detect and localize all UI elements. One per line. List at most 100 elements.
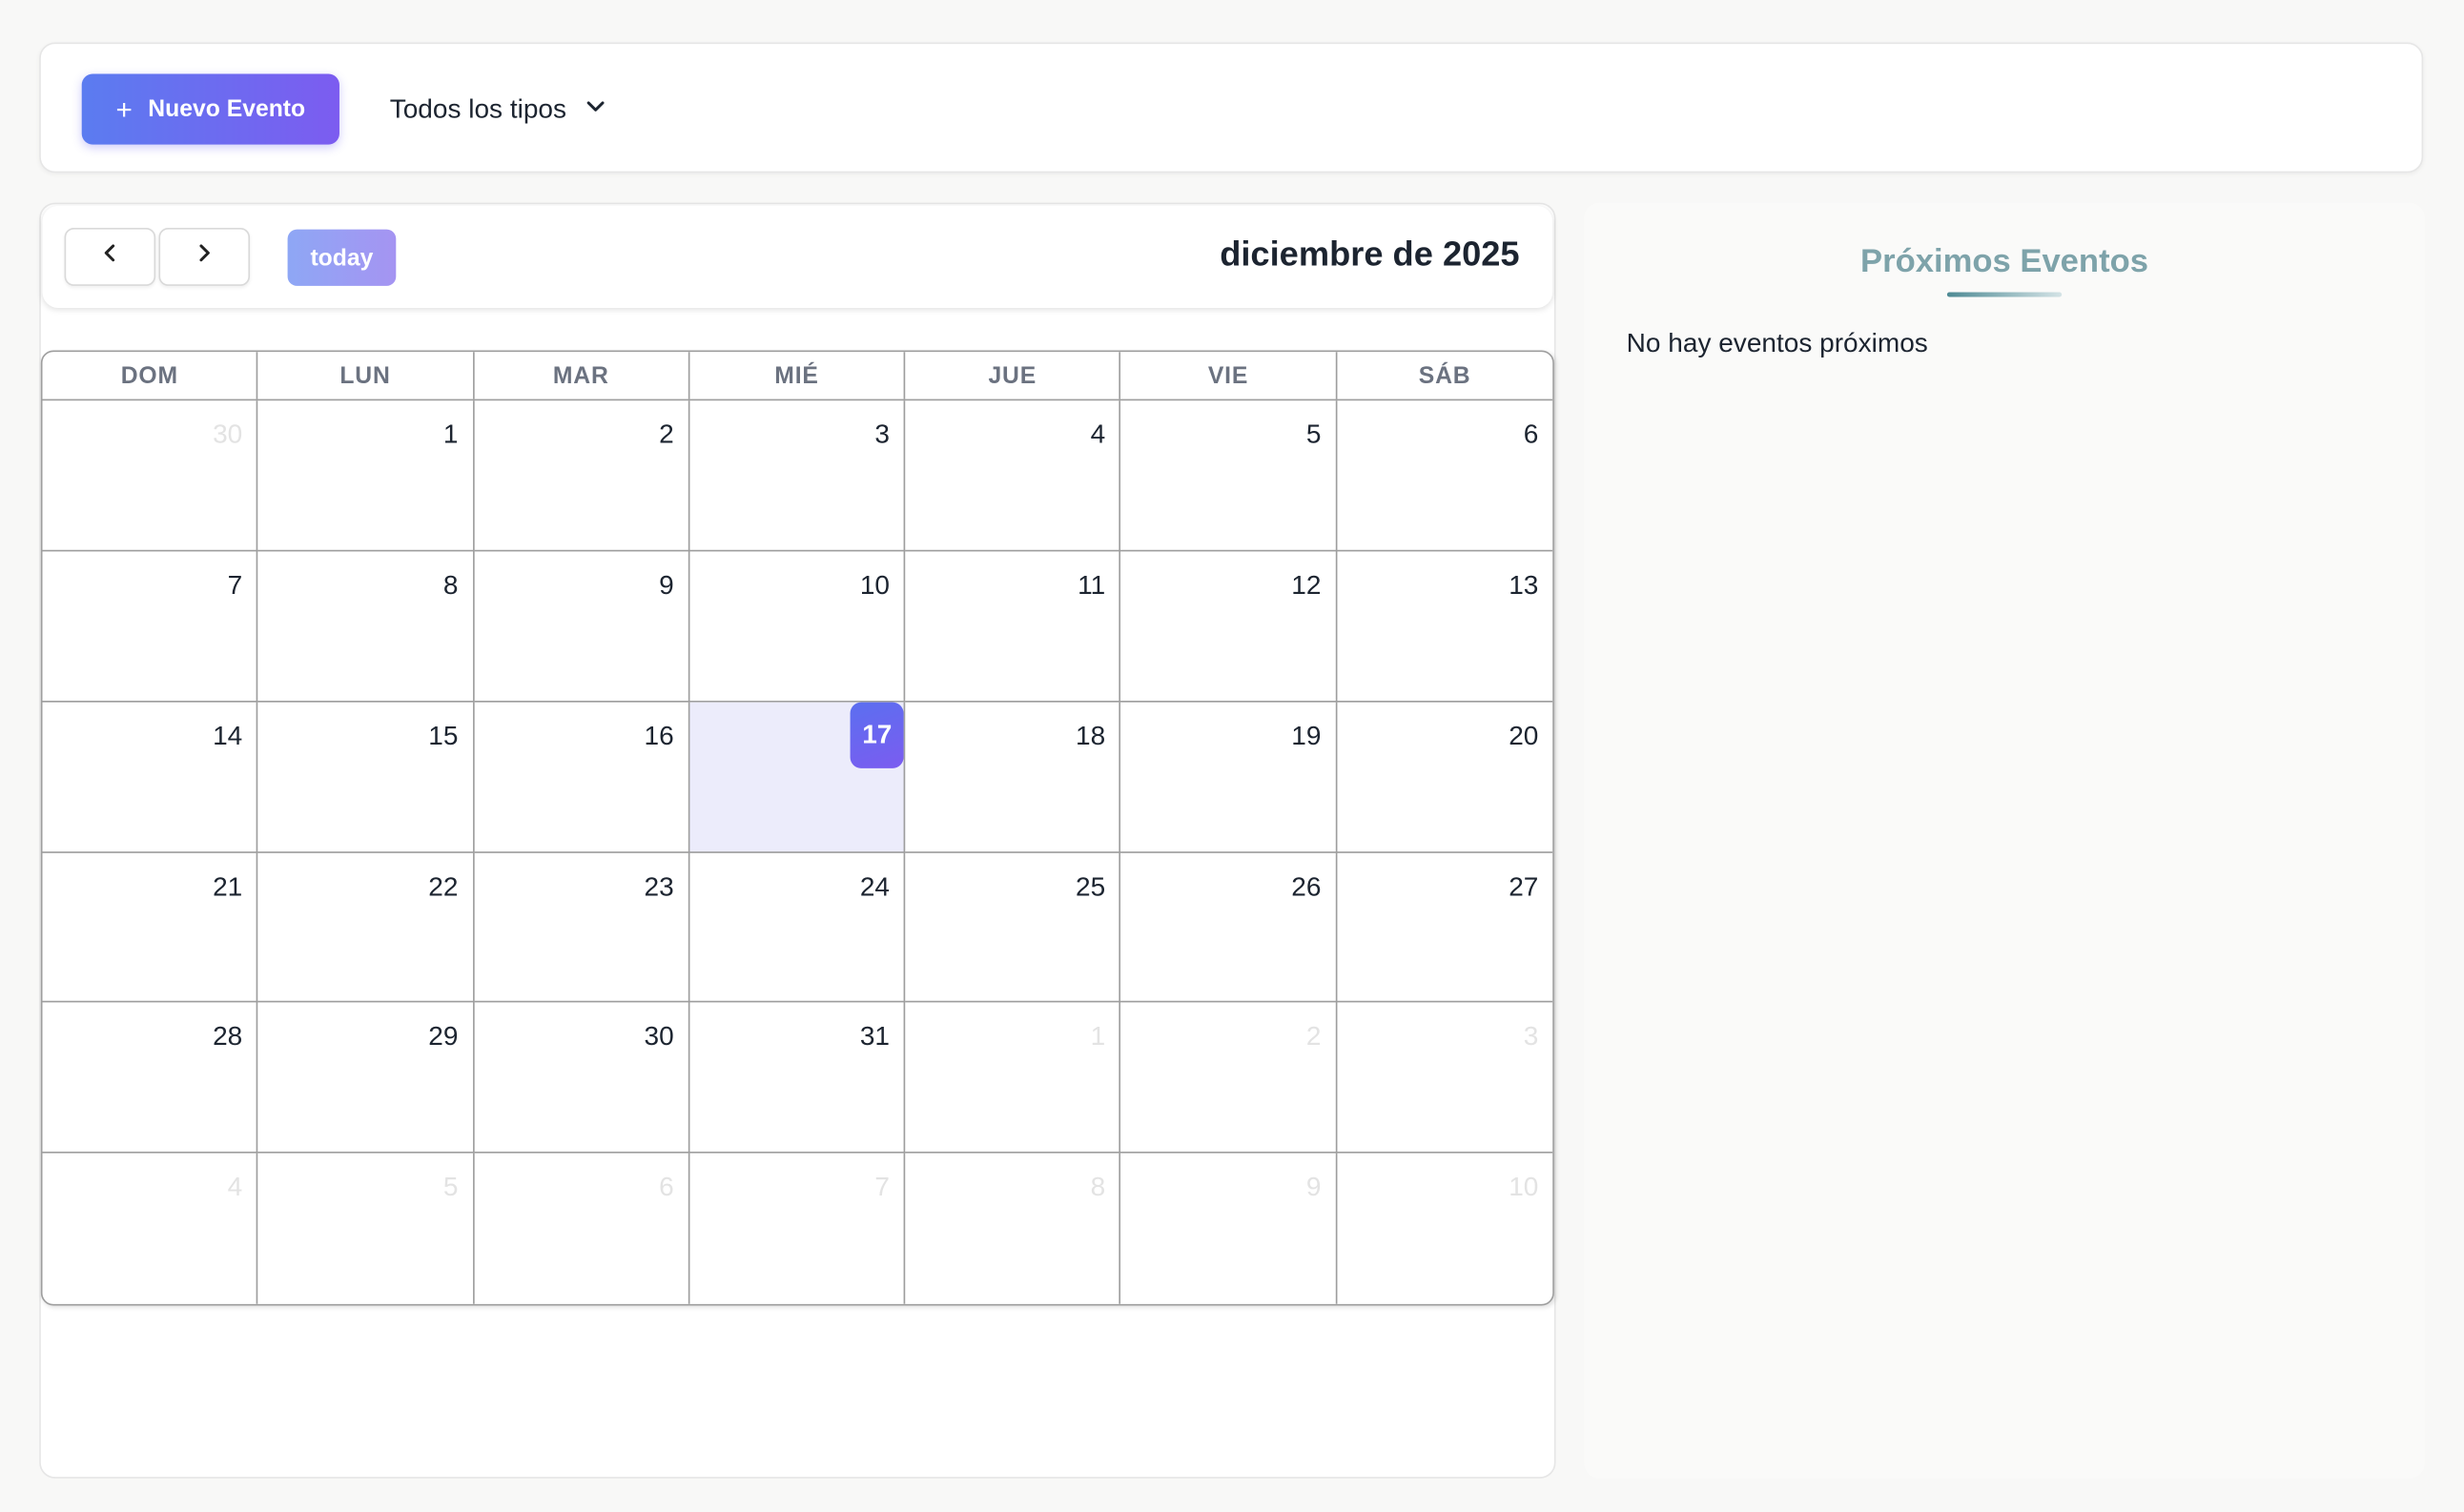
calendar-day[interactable]: 16: [473, 702, 690, 853]
calendar-day[interactable]: 23: [473, 852, 690, 1003]
day-number: 11: [1078, 569, 1106, 601]
day-number: 16: [644, 720, 674, 751]
day-number: 4: [227, 1172, 243, 1202]
calendar-day[interactable]: 6: [1336, 400, 1553, 552]
day-number: 20: [1509, 720, 1539, 751]
calendar-day[interactable]: 19: [1120, 702, 1337, 853]
day-number: 14: [213, 720, 243, 751]
calendar-day[interactable]: 26: [1120, 852, 1337, 1003]
calendar-day-today[interactable]: 17: [689, 702, 906, 853]
title-underline: [1946, 292, 2063, 297]
chevron-down-icon: [585, 94, 607, 126]
calendar-day[interactable]: 27: [1336, 852, 1553, 1003]
calendar-day[interactable]: 8: [257, 551, 474, 703]
calendar-day[interactable]: 9: [1121, 1153, 1337, 1304]
calendar-day[interactable]: 2: [1120, 1002, 1337, 1154]
day-number: 25: [1076, 870, 1106, 902]
day-number: 17: [850, 702, 904, 768]
calendar-day[interactable]: 6: [474, 1153, 690, 1304]
day-number: 29: [428, 1021, 459, 1052]
calendar-day[interactable]: 24: [689, 852, 906, 1003]
weekday-label: JUE: [905, 352, 1121, 399]
calendar-day[interactable]: 21: [42, 852, 258, 1003]
day-number: 1: [1090, 1021, 1106, 1052]
day-number: 19: [1291, 720, 1322, 751]
day-number: 5: [442, 1172, 459, 1202]
upcoming-events-panel: Próximos Eventos No hay eventos próximos: [1584, 202, 2425, 1479]
day-number: 12: [1291, 569, 1322, 601]
calendar-day[interactable]: 5: [258, 1153, 474, 1304]
day-number: 31: [859, 1021, 890, 1052]
month-grid: DOM LUN MAR MIÉ JUE VIE SÁB 30 1 2 3 4 5 6 7 8 9 1…: [40, 350, 1554, 1306]
chevron-left-icon: [99, 242, 121, 272]
prev-month-button[interactable]: [64, 227, 156, 286]
chevron-right-icon: [194, 242, 216, 272]
calendar-day[interactable]: 10: [1337, 1154, 1552, 1304]
weekday-label: SÁB: [1418, 361, 1471, 389]
next-month-button[interactable]: [158, 227, 251, 286]
day-number: 8: [442, 569, 459, 601]
calendar-header: today diciembre de 2025: [42, 205, 1553, 309]
day-number: 3: [874, 419, 890, 450]
plus-icon: +: [115, 93, 133, 126]
day-number: 18: [1076, 720, 1106, 751]
day-number: 4: [1090, 419, 1106, 450]
day-number: 24: [859, 870, 890, 902]
day-number: 9: [659, 569, 674, 601]
day-number: 10: [1509, 1172, 1539, 1202]
event-type-select[interactable]: Todos los tipos: [390, 88, 607, 132]
calendar-day[interactable]: 4: [905, 400, 1121, 552]
calendar-day[interactable]: 20: [1336, 702, 1553, 853]
toolbar: + Nuevo Evento Todos los tipos: [39, 42, 2424, 174]
day-number: 21: [213, 870, 243, 902]
day-number: 30: [213, 419, 243, 450]
day-number: 3: [1523, 1021, 1539, 1052]
calendar-day[interactable]: 13: [1336, 551, 1553, 703]
weekday-label: LUN: [258, 352, 474, 399]
upcoming-empty-message: No hay eventos próximos: [1626, 328, 1928, 358]
calendar-day[interactable]: 25: [905, 852, 1121, 1003]
day-number: 7: [874, 1172, 890, 1202]
calendar-day[interactable]: 8: [905, 1153, 1121, 1304]
weekday-header: DOM LUN MAR MIÉ JUE VIE SÁB: [42, 352, 1553, 401]
day-number: 6: [659, 1172, 674, 1202]
calendar-day[interactable]: 5: [1120, 400, 1337, 552]
calendar-day[interactable]: 12: [1120, 551, 1337, 703]
day-number: 27: [1509, 870, 1539, 902]
calendar-day[interactable]: 30: [42, 400, 258, 552]
upcoming-events-title: Próximos Eventos: [1860, 243, 2148, 280]
calendar-day[interactable]: 31: [689, 1002, 906, 1154]
new-event-button[interactable]: + Nuevo Evento: [81, 73, 339, 145]
app-page: + Nuevo Evento Todos los tipos today dic: [0, 0, 2464, 1511]
calendar-day[interactable]: 3: [1336, 1003, 1553, 1154]
calendar-day[interactable]: 1: [257, 400, 474, 552]
calendar-day[interactable]: 7: [689, 1153, 906, 1304]
weekday-label: MIÉ: [689, 352, 906, 399]
calendar-day[interactable]: 4: [42, 1153, 258, 1304]
day-number: 5: [1305, 419, 1322, 450]
day-number: 28: [213, 1021, 243, 1052]
day-number: 2: [1305, 1021, 1322, 1052]
weekday-label: VIE: [1121, 352, 1337, 399]
day-number: 7: [227, 569, 243, 601]
calendar-day[interactable]: 3: [689, 400, 906, 552]
calendar-day[interactable]: 28: [42, 1002, 258, 1154]
calendar-day[interactable]: 18: [905, 702, 1121, 853]
day-number: 15: [428, 720, 459, 751]
calendar-day[interactable]: 15: [257, 702, 474, 853]
calendar-day[interactable]: 30: [473, 1002, 690, 1154]
calendar-day[interactable]: 14: [42, 702, 258, 853]
today-button[interactable]: today: [287, 229, 397, 286]
calendar-day[interactable]: 1: [905, 1002, 1121, 1154]
day-number: 9: [1305, 1172, 1322, 1202]
calendar-day[interactable]: 10: [689, 551, 906, 703]
day-number: 10: [859, 569, 890, 601]
calendar-day[interactable]: 7: [42, 551, 258, 703]
calendar-day[interactable]: 9: [473, 551, 690, 703]
calendar-day[interactable]: 22: [257, 852, 474, 1003]
day-number: 1: [442, 419, 459, 450]
calendar-day[interactable]: 2: [473, 400, 690, 552]
calendar-day[interactable]: 29: [257, 1002, 474, 1154]
event-type-value: Todos los tipos: [389, 93, 567, 125]
calendar-day[interactable]: 11: [905, 551, 1121, 703]
